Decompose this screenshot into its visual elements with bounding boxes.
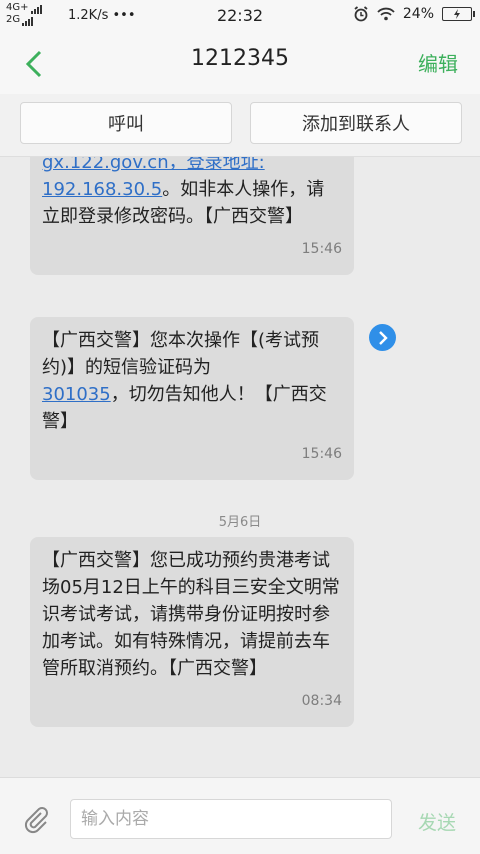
call-button[interactable]: 呼叫 <box>20 102 232 144</box>
contact-action-bar: 呼叫 添加到联系人 <box>0 94 480 157</box>
message-input[interactable] <box>70 799 392 839</box>
chevron-right-icon <box>378 330 388 345</box>
message-text: 【广西交警】您已成功预约贵港考试场05月12日上午的科目三安全文明常识考试考试，… <box>42 550 340 679</box>
attachment-icon[interactable] <box>20 804 50 834</box>
message-link[interactable]: gx.122.gov.cn，登录地址: <box>42 157 265 173</box>
wifi-icon <box>377 7 395 21</box>
status-icons: 24% <box>353 6 475 22</box>
battery-icon <box>442 7 475 21</box>
date-separator: 5月6日 <box>218 515 262 530</box>
message-thread[interactable]: gx.122.gov.cn，登录地址: 192.168.30.5。如非本人操作，请… <box>0 157 480 777</box>
charging-icon <box>454 9 460 19</box>
status-bar: 4G+ 2G 1.2K/s ••• 22:32 24% <box>0 0 480 32</box>
edit-button[interactable]: 编辑 <box>418 48 458 77</box>
message-text: gx.122.gov.cn，登录地址: 192.168.30.5。如非本人操作，请… <box>42 157 342 230</box>
message-details-button[interactable] <box>369 324 396 351</box>
message-link[interactable]: 192.168.30.5 <box>42 179 162 200</box>
alarm-icon <box>354 6 368 22</box>
add-to-contacts-button[interactable]: 添加到联系人 <box>250 102 462 144</box>
message-timestamp: 08:34 <box>301 693 342 709</box>
message-bubble[interactable]: 【广西交警】您本次操作【(考试预约)】的短信验证码为 301035，切勿告知他人！… <box>30 317 354 480</box>
conversation-header: 1212345 编辑 <box>0 32 480 94</box>
message-text: 【广西交警】您本次操作【(考试预约)】的短信验证码为 301035，切勿告知他人！… <box>42 327 342 435</box>
message-bubble[interactable]: gx.122.gov.cn，登录地址: 192.168.30.5。如非本人操作，请… <box>30 157 354 275</box>
message-text-before: 【广西交警】您本次操作【(考试预约)】的短信验证码为 <box>42 330 320 378</box>
verification-code-link[interactable]: 301035 <box>42 384 111 405</box>
message-timestamp: 15:46 <box>301 446 342 462</box>
battery-percent: 24% <box>402 6 434 22</box>
conversation-title: 1212345 <box>191 46 289 71</box>
message-bubble[interactable]: 【广西交警】您已成功预约贵港考试场05月12日上午的科目三安全文明常识考试考试，… <box>30 537 354 727</box>
message-composer: 发送 <box>0 777 480 854</box>
send-button[interactable]: 发送 <box>418 808 456 835</box>
message-timestamp: 15:46 <box>301 241 342 257</box>
